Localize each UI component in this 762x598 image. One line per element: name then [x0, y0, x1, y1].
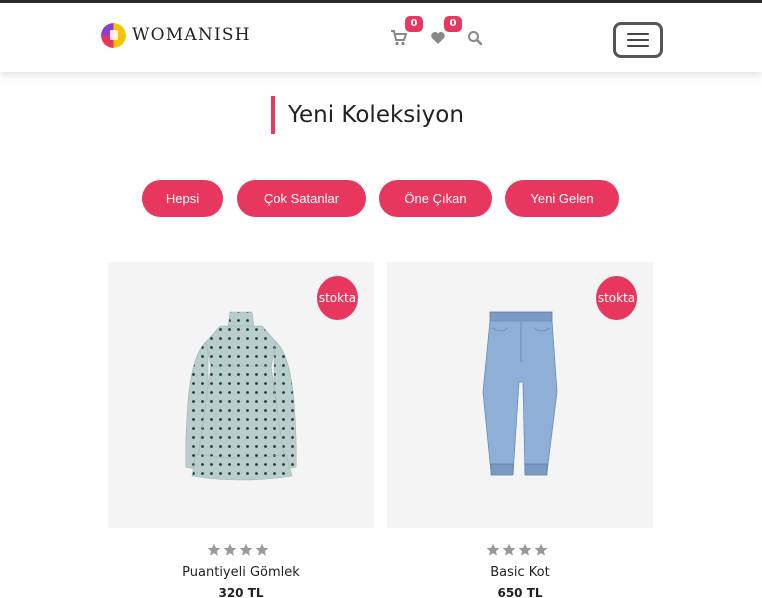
star-icon — [223, 543, 237, 556]
filter-new-arrivals-button[interactable]: Yeni Gelen — [505, 180, 619, 217]
product-price: 320 TL — [218, 586, 264, 598]
hamburger-line — [627, 45, 649, 47]
brand[interactable]: WOMANISH — [101, 22, 251, 48]
product-price: 650 TL — [497, 586, 543, 598]
menu-toggle-button[interactable] — [613, 22, 663, 58]
rating-stars — [486, 543, 548, 557]
search-icon — [468, 31, 483, 46]
section-title: Yeni Koleksiyon — [271, 96, 464, 134]
filter-best-sellers-button[interactable]: Çok Satanlar — [237, 180, 366, 217]
star-icon — [239, 543, 253, 556]
stock-badge: stokta — [596, 276, 637, 320]
brand-name: WOMANISH — [132, 25, 251, 45]
star-icon — [255, 543, 269, 556]
rating-stars — [207, 543, 269, 557]
wishlist-count-badge: 0 — [444, 16, 462, 32]
cart-button[interactable]: 0 — [391, 16, 423, 46]
navbar: WOMANISH 0 0 — [0, 3, 762, 72]
stock-badge: stokta — [317, 276, 358, 320]
wishlist-button[interactable]: 0 — [430, 16, 462, 46]
star-icon — [534, 543, 548, 556]
filter-all-button[interactable]: Hepsi — [142, 180, 223, 217]
product-card[interactable]: stokta — [108, 262, 374, 528]
heart-icon — [431, 32, 445, 44]
product-name-link[interactable]: Puantiyeli Gömlek — [108, 565, 374, 580]
filter-featured-button[interactable]: Öne Çıkan — [379, 180, 492, 217]
search-button[interactable] — [467, 30, 483, 46]
star-icon — [502, 543, 516, 556]
hamburger-line — [627, 33, 649, 35]
product-card[interactable]: stokta — [387, 262, 653, 528]
star-icon — [518, 543, 532, 556]
cart-count-badge: 0 — [405, 16, 423, 32]
star-icon — [207, 543, 221, 556]
star-icon — [486, 543, 500, 556]
cart-icon — [391, 30, 408, 46]
brand-logo-icon — [101, 22, 126, 48]
hamburger-line — [627, 39, 649, 41]
product-name-link[interactable]: Basic Kot — [387, 565, 653, 580]
